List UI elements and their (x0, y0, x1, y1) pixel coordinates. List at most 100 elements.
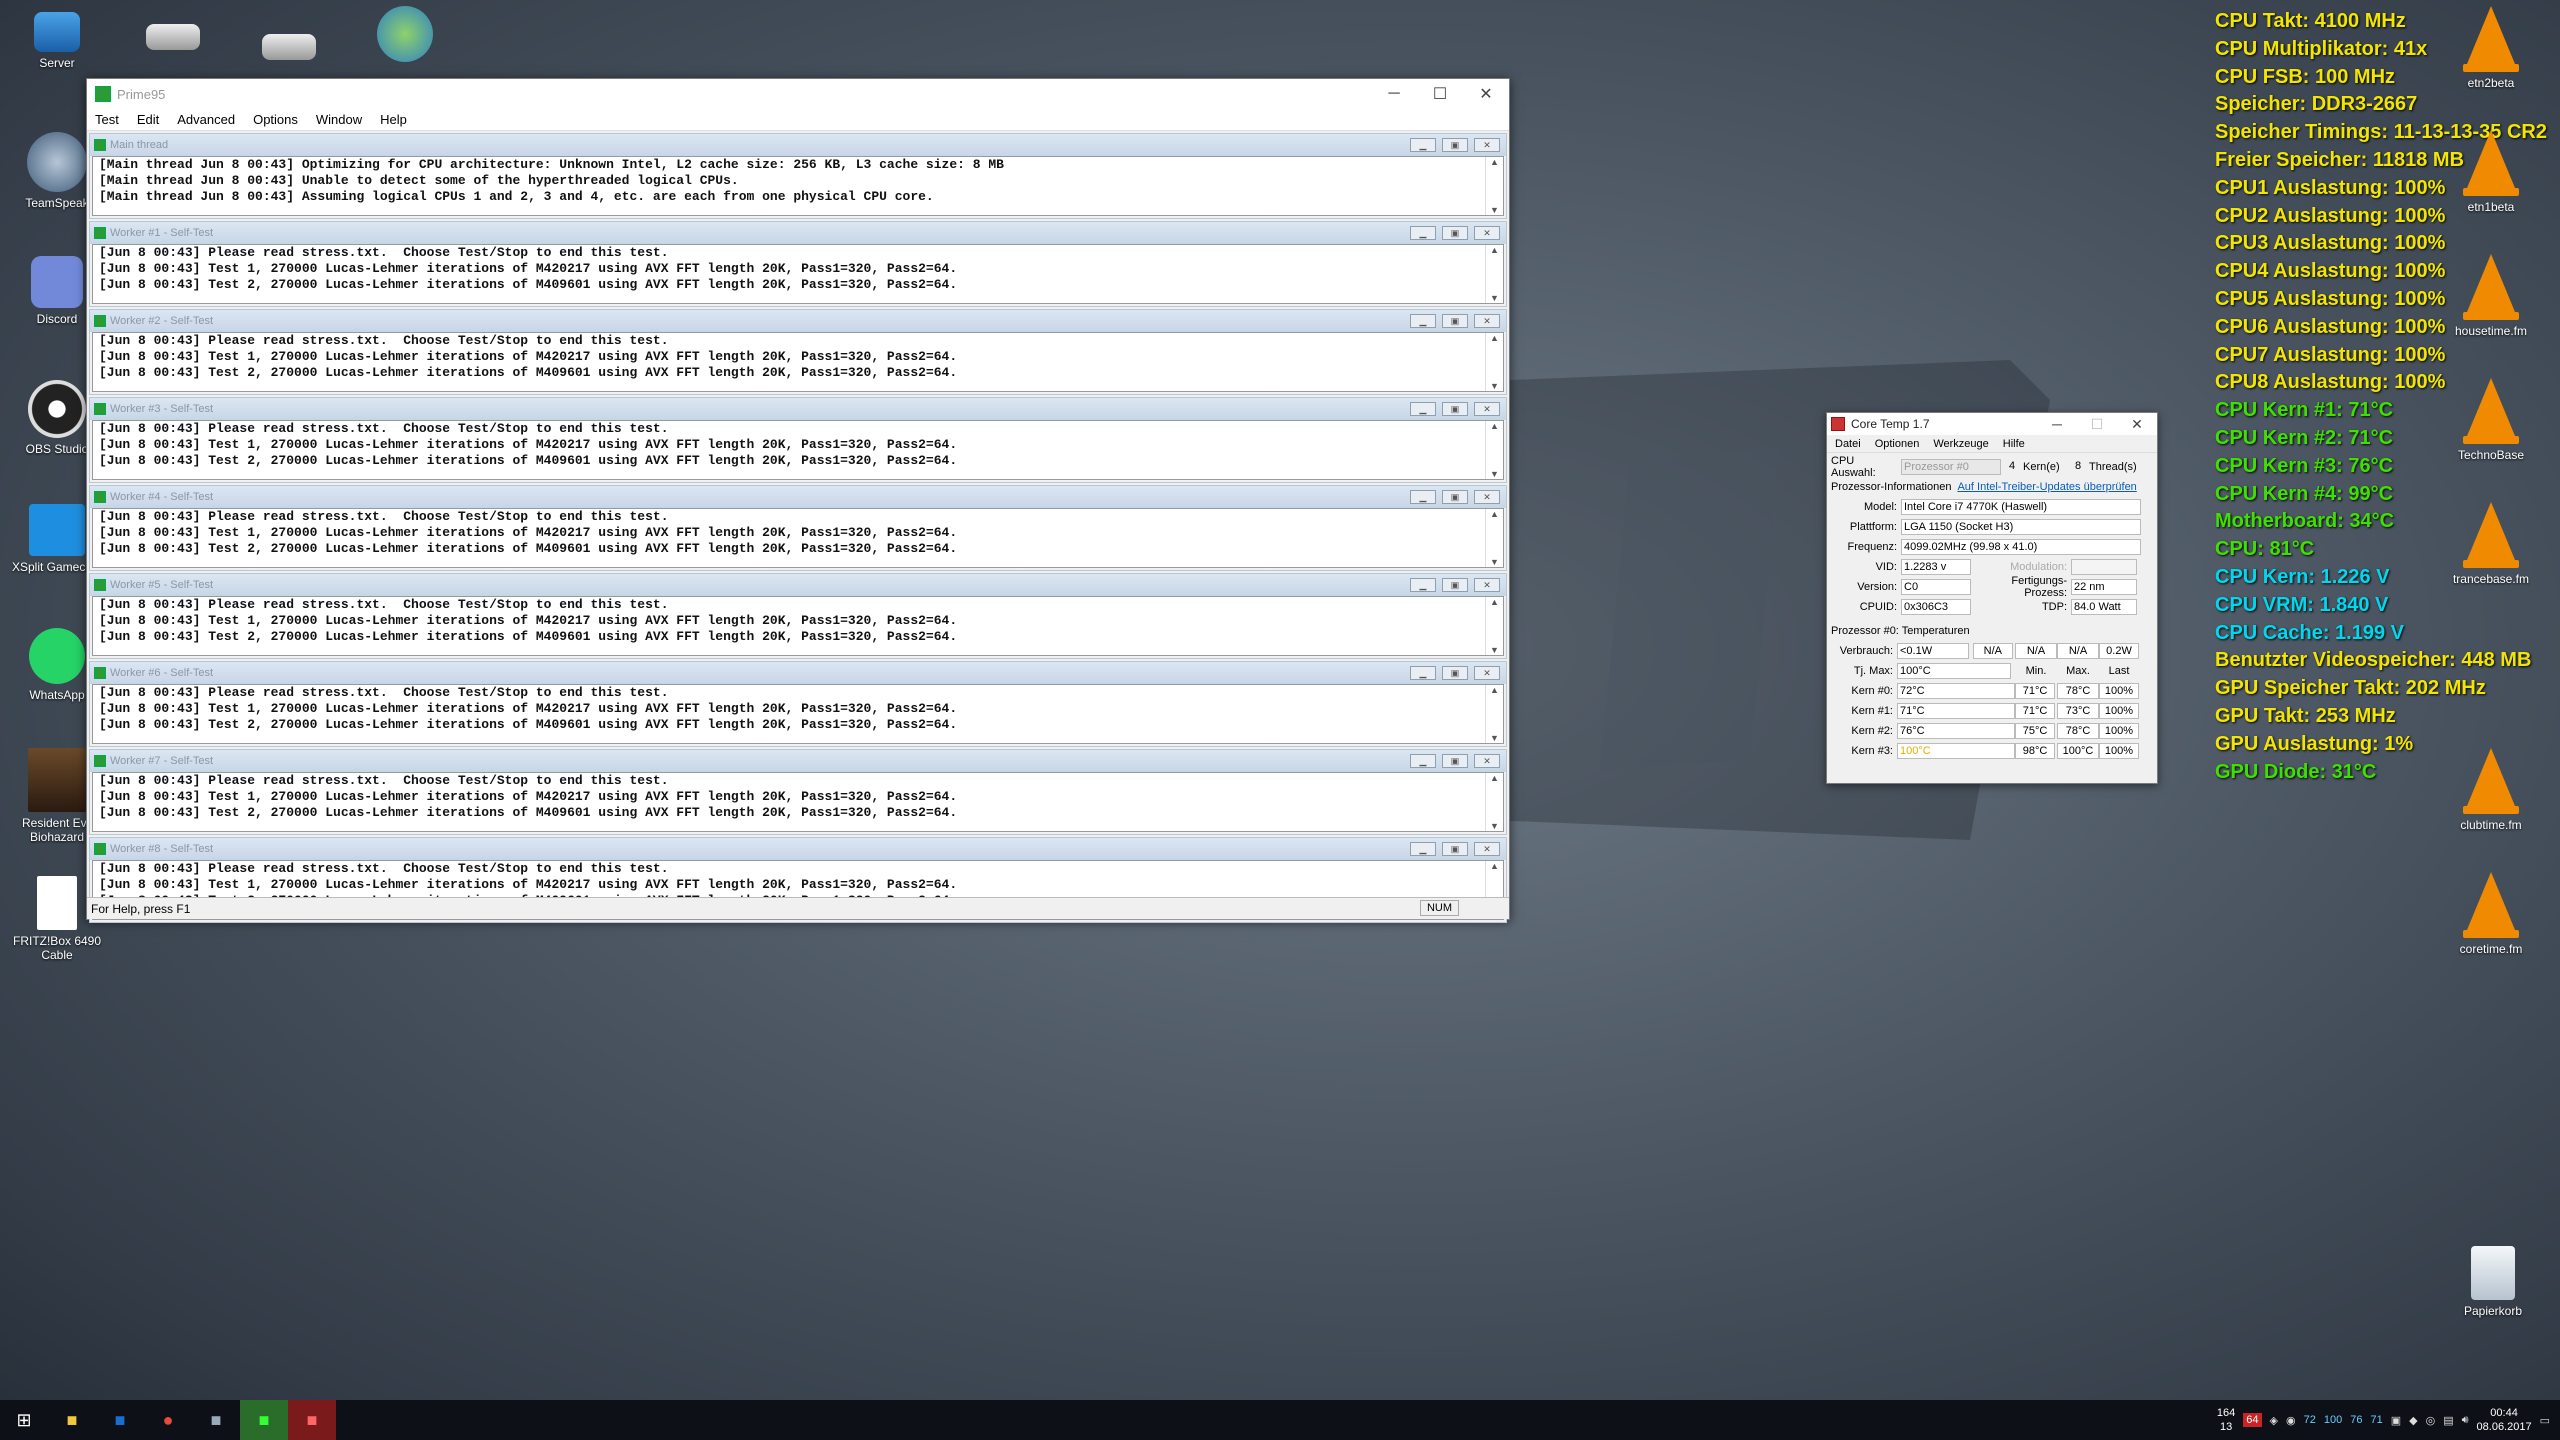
mdi-restore-icon[interactable]: ▣ (1442, 754, 1468, 768)
menu-optionen[interactable]: Optionen (1875, 438, 1920, 450)
coretemp-window[interactable]: Core Temp 1.7 ─ ☐ ✕ Datei Optionen Werkz… (1826, 412, 2158, 784)
mdi-restore-icon[interactable]: ▣ (1442, 226, 1468, 240)
mdi-titlebar[interactable]: Worker #5 - Self-Test ▁ ▣ ✕ (90, 574, 1506, 596)
desktop-icon-vlc-shortcut[interactable]: etn1beta (2436, 130, 2546, 214)
desktop-icon-vlc-shortcut[interactable]: coretime.fm (2436, 872, 2546, 956)
taskbar-prime95[interactable]: ■ (240, 1400, 288, 1440)
tray-dropbox-icon[interactable]: ◆ (2409, 1414, 2417, 1427)
mdi-minimize-icon[interactable]: ▁ (1410, 490, 1436, 504)
tray-clock[interactable]: 00:44 08.06.2017 (2477, 1406, 2532, 1434)
tray-temp-value[interactable]: 72 (2304, 1414, 2316, 1426)
mdi-titlebar[interactable]: Worker #6 - Self-Test ▁ ▣ ✕ (90, 662, 1506, 684)
log-pane[interactable]: [Jun 8 00:43] Please read stress.txt. Ch… (92, 244, 1504, 304)
mdi-minimize-icon[interactable]: ▁ (1410, 314, 1436, 328)
taskbar-explorer[interactable]: ■ (48, 1400, 96, 1440)
taskbar-chrome[interactable]: ● (144, 1400, 192, 1440)
mdi-restore-icon[interactable]: ▣ (1442, 842, 1468, 856)
tray-badge[interactable]: 64 (2243, 1413, 2262, 1427)
scroll-up-icon[interactable]: ▲ (1490, 333, 1499, 343)
mdi-minimize-icon[interactable]: ▁ (1410, 402, 1436, 416)
menu-advanced[interactable]: Advanced (177, 112, 235, 127)
log-scrollbar[interactable]: ▲▼ (1485, 685, 1503, 743)
mdi-minimize-icon[interactable]: ▁ (1410, 754, 1436, 768)
scroll-down-icon[interactable]: ▼ (1490, 557, 1499, 567)
scroll-up-icon[interactable]: ▲ (1490, 421, 1499, 431)
log-scrollbar[interactable]: ▲▼ (1485, 421, 1503, 479)
worker-window[interactable]: Worker #6 - Self-Test ▁ ▣ ✕ [Jun 8 00:43] Pl… (89, 661, 1507, 747)
log-pane[interactable]: [Jun 8 00:43] Please read stress.txt. Ch… (92, 332, 1504, 392)
minimize-icon[interactable]: ─ (1371, 85, 1417, 103)
mdi-minimize-icon[interactable]: ▁ (1410, 666, 1436, 680)
desktop-icon-server[interactable]: Server (2, 8, 112, 70)
mdi-minimize-icon[interactable]: ▁ (1410, 842, 1436, 856)
log-pane[interactable]: [Jun 8 00:43] Please read stress.txt. Ch… (92, 508, 1504, 568)
mdi-close-icon[interactable]: ✕ (1474, 314, 1500, 328)
tray-volume-icon[interactable]: 🔊︎ (2462, 1414, 2469, 1427)
scroll-down-icon[interactable]: ▼ (1490, 645, 1499, 655)
menu-hilfe[interactable]: Hilfe (2003, 438, 2025, 450)
mdi-restore-icon[interactable]: ▣ (1442, 490, 1468, 504)
log-scrollbar[interactable]: ▲▼ (1485, 509, 1503, 567)
desktop-icon-vlc-shortcut[interactable]: housetime.fm (2436, 254, 2546, 338)
mdi-titlebar[interactable]: Worker #4 - Self-Test ▁ ▣ ✕ (90, 486, 1506, 508)
mdi-titlebar[interactable]: Worker #7 - Self-Test ▁ ▣ ✕ (90, 750, 1506, 772)
cpu-select-dropdown[interactable]: Prozessor #0 (1901, 459, 2001, 475)
main-thread-window[interactable]: Main thread ▁ ▣ ✕ [Main thread Jun 8 00:43] … (89, 133, 1507, 219)
mdi-titlebar[interactable]: Worker #1 - Self-Test ▁ ▣ ✕ (90, 222, 1506, 244)
menu-datei[interactable]: Datei (1835, 438, 1861, 450)
taskbar-coretemp[interactable]: ■ (288, 1400, 336, 1440)
worker-window[interactable]: Worker #5 - Self-Test ▁ ▣ ✕ [Jun 8 00:43] Pl… (89, 573, 1507, 659)
desktop-icon-vlc-shortcut[interactable]: clubtime.fm (2436, 748, 2546, 832)
scroll-up-icon[interactable]: ▲ (1490, 509, 1499, 519)
scroll-up-icon[interactable]: ▲ (1490, 597, 1499, 607)
scroll-up-icon[interactable]: ▲ (1490, 861, 1499, 871)
scroll-down-icon[interactable]: ▼ (1490, 821, 1499, 831)
close-icon[interactable]: ✕ (2117, 416, 2157, 433)
tray-network-icon[interactable]: ▤ (2443, 1414, 2453, 1427)
mdi-restore-icon[interactable]: ▣ (1442, 402, 1468, 416)
log-pane[interactable]: [Jun 8 00:43] Please read stress.txt. Ch… (92, 596, 1504, 656)
log-pane[interactable]: [Jun 8 00:43] Please read stress.txt. Ch… (92, 420, 1504, 480)
worker-window[interactable]: Worker #1 - Self-Test ▁ ▣ ✕ [Jun 8 00:43] Pl… (89, 221, 1507, 307)
scroll-up-icon[interactable]: ▲ (1490, 773, 1499, 783)
mdi-restore-icon[interactable]: ▣ (1442, 138, 1468, 152)
worker-window[interactable]: Worker #2 - Self-Test ▁ ▣ ✕ [Jun 8 00:43] Pl… (89, 309, 1507, 395)
log-pane[interactable]: [Main thread Jun 8 00:43] Optimizing for… (92, 156, 1504, 216)
mdi-close-icon[interactable]: ✕ (1474, 578, 1500, 592)
coretemp-titlebar[interactable]: Core Temp 1.7 ─ ☐ ✕ (1827, 413, 2157, 435)
taskbar-outlook[interactable]: ■ (96, 1400, 144, 1440)
desktop-icon-recycle-bin[interactable]: Papierkorb (2438, 1246, 2548, 1318)
tray-temp-value[interactable]: 100 (2324, 1414, 2342, 1426)
log-pane[interactable]: [Jun 8 00:43] Please read stress.txt. Ch… (92, 772, 1504, 832)
tray-steam-icon[interactable]: ◎ (2426, 1414, 2436, 1427)
tray-shield-icon[interactable]: ◈ (2270, 1414, 2278, 1427)
mdi-minimize-icon[interactable]: ▁ (1410, 578, 1436, 592)
driver-update-link[interactable]: Auf Intel-Treiber-Updates überprüfen (1957, 481, 2136, 493)
menu-help[interactable]: Help (380, 112, 407, 127)
log-scrollbar[interactable]: ▲▼ (1485, 245, 1503, 303)
mdi-close-icon[interactable]: ✕ (1474, 402, 1500, 416)
scroll-up-icon[interactable]: ▲ (1490, 685, 1499, 695)
tray-app-icon[interactable]: ▣ (2391, 1414, 2401, 1427)
scroll-up-icon[interactable]: ▲ (1490, 245, 1499, 255)
mdi-close-icon[interactable]: ✕ (1474, 666, 1500, 680)
log-pane[interactable]: [Jun 8 00:43] Please read stress.txt. Ch… (92, 684, 1504, 744)
log-scrollbar[interactable]: ▲▼ (1485, 333, 1503, 391)
scroll-down-icon[interactable]: ▼ (1490, 381, 1499, 391)
mdi-minimize-icon[interactable]: ▁ (1410, 138, 1436, 152)
scroll-down-icon[interactable]: ▼ (1490, 293, 1499, 303)
prime95-titlebar[interactable]: Prime95 ─ ☐ ✕ (87, 79, 1509, 109)
desktop-icon-vlc-shortcut[interactable]: trancebase.fm (2436, 502, 2546, 586)
desktop-icon-vlc-shortcut[interactable]: etn2beta (2436, 6, 2546, 90)
scroll-down-icon[interactable]: ▼ (1490, 733, 1499, 743)
mdi-close-icon[interactable]: ✕ (1474, 842, 1500, 856)
maximize-icon[interactable]: ☐ (2077, 416, 2117, 433)
mdi-close-icon[interactable]: ✕ (1474, 754, 1500, 768)
scroll-down-icon[interactable]: ▼ (1490, 205, 1499, 215)
menu-edit[interactable]: Edit (137, 112, 159, 127)
mdi-titlebar[interactable]: Worker #8 - Self-Test ▁ ▣ ✕ (90, 838, 1506, 860)
scroll-up-icon[interactable]: ▲ (1490, 157, 1499, 167)
mdi-restore-icon[interactable]: ▣ (1442, 314, 1468, 328)
menu-window[interactable]: Window (316, 112, 362, 127)
log-scrollbar[interactable]: ▲▼ (1485, 157, 1503, 215)
